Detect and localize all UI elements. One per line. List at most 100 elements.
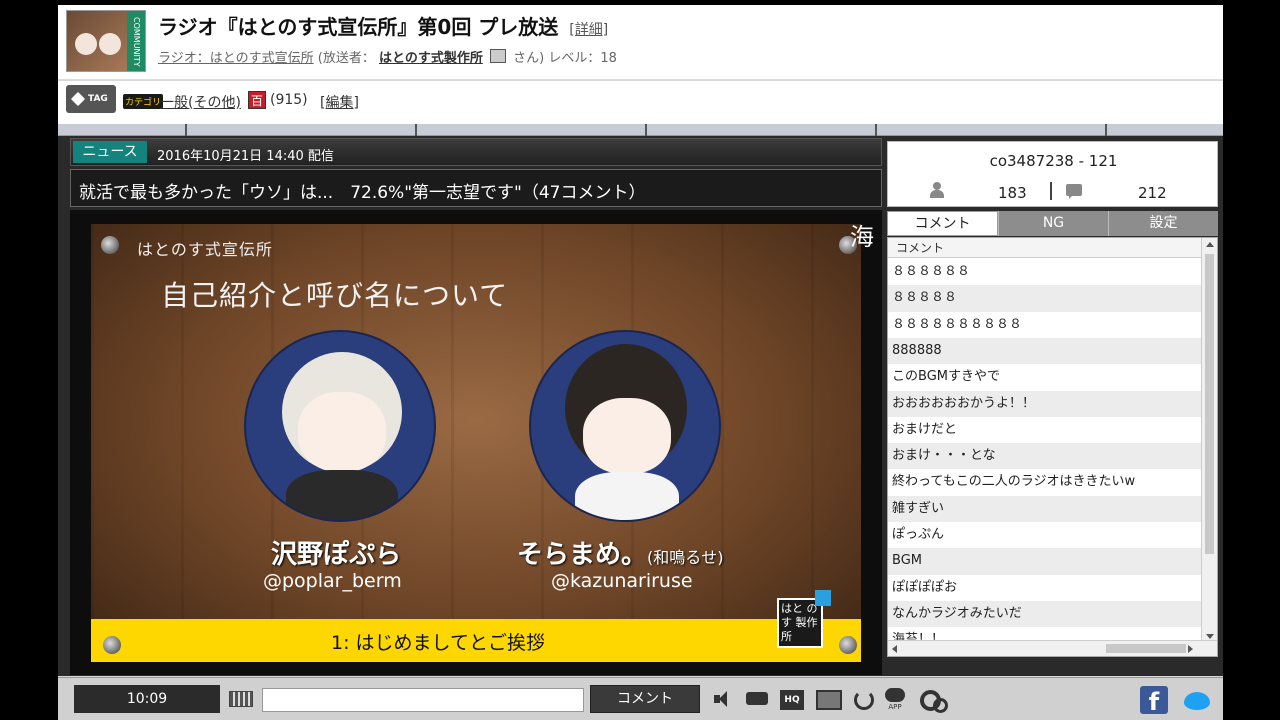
- thumbnail-face-left: [75, 33, 97, 55]
- host1-avatar: [244, 330, 436, 522]
- comment-column-header[interactable]: コメント: [888, 238, 1203, 258]
- thumbnail-face-right: [99, 33, 121, 55]
- community-label: COMMUNITY: [127, 11, 145, 71]
- comment-horizontal-scrollbar[interactable]: [888, 640, 1217, 656]
- host1-face: [298, 392, 386, 472]
- comment-row[interactable]: なんかラジオみたいだ: [888, 600, 1203, 628]
- user-image-icon[interactable]: [490, 49, 506, 63]
- host2-avatar: [529, 330, 721, 522]
- comment-row[interactable]: ぽっぷん: [888, 522, 1203, 548]
- comment-row[interactable]: おまけ・・・とな: [888, 443, 1203, 470]
- live-title: ラジオ『はとのす式宣伝所』第0回 プレ放送 [詳細]: [158, 11, 608, 40]
- screw-icon: [101, 236, 119, 254]
- broadcast-info: ラジオ：はとのす式宣伝所 (放送者： はとのす式製作所 さん) レベル：18: [158, 47, 617, 66]
- host2-name: そらまめ。(和鳴るせ): [517, 534, 724, 571]
- community-link[interactable]: ラジオ：はとのす式宣伝所: [158, 51, 314, 66]
- corner-title: 1: はじめましてとご挨拶: [331, 632, 545, 654]
- tab-ng[interactable]: NG: [998, 211, 1108, 236]
- tag-bar: TAG カテゴリ 一般(その他) 百 (915) [編集]: [58, 81, 1223, 124]
- tab-separator: [1105, 124, 1107, 136]
- panel-tabs: コメント NG 設定: [887, 211, 1218, 236]
- host2-name-text: そらまめ。: [517, 540, 648, 570]
- comment-input[interactable]: [262, 688, 584, 712]
- encyclopedia-count: (915): [270, 92, 308, 108]
- twitter-icon[interactable]: [1182, 686, 1212, 714]
- reload-icon[interactable]: [854, 690, 874, 710]
- tab-strip: [58, 124, 1223, 136]
- tab-settings[interactable]: 設定: [1108, 211, 1218, 236]
- comment-row[interactable]: おおおおおおかうよ！！: [888, 390, 1203, 417]
- tag-icon[interactable]: TAG: [66, 85, 116, 113]
- hq-icon[interactable]: HQ: [780, 690, 804, 710]
- comment-row[interactable]: ぽぽぽぽお: [888, 575, 1203, 601]
- host1-name: 沢野ぽぷら: [271, 540, 402, 570]
- category-tag-link[interactable]: 一般(その他): [160, 92, 241, 112]
- detail-link[interactable]: [詳細]: [569, 22, 608, 38]
- host2-reading: (和鳴るせ): [647, 548, 724, 567]
- comment-toggle-icon[interactable]: [746, 690, 770, 710]
- comment-row[interactable]: ８８８８８８: [888, 259, 1203, 285]
- scroll-down-icon[interactable]: [1206, 634, 1214, 639]
- program-name: はとのす式宣伝所: [137, 240, 273, 259]
- scroll-right-icon[interactable]: [1188, 645, 1193, 653]
- screen-size-icon[interactable]: [816, 690, 842, 710]
- comment-row[interactable]: 雑すぎい: [888, 495, 1203, 522]
- app-label: APP: [888, 703, 902, 711]
- volume-icon[interactable]: [714, 690, 730, 710]
- comment-row[interactable]: 888888: [888, 337, 1203, 365]
- broadcaster-level: さん) レベル：18: [513, 51, 617, 66]
- edit-tags-link[interactable]: [編集]: [320, 92, 359, 112]
- scroll-up-icon[interactable]: [1206, 242, 1214, 247]
- player-controls: 10:09 コメント HQ APP f: [58, 677, 1223, 720]
- elapsed-time: 10:09: [74, 685, 220, 713]
- comment-row[interactable]: このBGMすきやで: [888, 364, 1203, 390]
- screw-icon: [839, 636, 857, 654]
- tab-separator: [415, 124, 417, 136]
- community-id: co3487238 - 121: [989, 152, 1118, 170]
- comment-count: 212: [1138, 184, 1167, 202]
- tab-separator: [645, 124, 647, 136]
- tab-comments[interactable]: コメント: [887, 211, 998, 236]
- studio-logo-text: はと の す 製作所: [781, 602, 818, 643]
- studio-logo: はと の す 製作所: [777, 590, 831, 648]
- hyaku-icon[interactable]: 百: [248, 91, 266, 109]
- main-area: COMMUNITY ラジオ『はとのす式宣伝所』第0回 プレ放送 [詳細] ラジオ…: [58, 5, 1223, 720]
- scroll-thumb[interactable]: [1106, 644, 1186, 653]
- news-headline[interactable]: 就活で最も多かった「ウソ」は... 72.6%"第一志望です"（47コメント）: [79, 178, 646, 203]
- viewer-count: 183: [998, 184, 1027, 202]
- news-label[interactable]: ニュース: [73, 141, 147, 163]
- thumbnail-art: [67, 11, 129, 71]
- host2-body: [575, 472, 679, 520]
- host2-handle: @kazunariruse: [551, 570, 693, 592]
- screw-icon: [103, 636, 121, 654]
- scroll-thumb[interactable]: [1205, 254, 1214, 554]
- broadcaster-link[interactable]: はとのす式製作所: [379, 51, 483, 66]
- comment-row[interactable]: ８８８８８: [888, 285, 1203, 312]
- community-thumbnail[interactable]: COMMUNITY: [66, 10, 146, 72]
- community-info: co3487238 - 121 183 212: [887, 141, 1218, 207]
- keyboard-icon[interactable]: [229, 691, 253, 707]
- comment-count-icon: [1066, 184, 1082, 199]
- settings-gear-icon[interactable]: [920, 690, 948, 713]
- host1-handle: @poplar_berm: [263, 570, 402, 592]
- comment-list[interactable]: コメント ８８８８８８ ８８８８８ ８８８８８８８８８８ 888888 このBG…: [887, 237, 1218, 657]
- comment-row[interactable]: BGM: [888, 548, 1203, 575]
- comment-row[interactable]: 終わってもこの二人のラジオはききたいw: [888, 469, 1203, 495]
- tab-separator: [875, 124, 877, 136]
- gamepad-app-icon[interactable]: APP: [884, 688, 906, 711]
- scrolling-comment: 海: [850, 223, 874, 251]
- facebook-icon[interactable]: f: [1140, 686, 1168, 716]
- host1-body: [286, 470, 398, 520]
- comment-row[interactable]: おまけだと: [888, 417, 1203, 443]
- slide-title: 自己紹介と呼び名について: [161, 279, 509, 312]
- news-date: 2016年10月21日 14:40 配信: [157, 149, 334, 164]
- logo-square: [815, 590, 831, 606]
- scroll-left-icon[interactable]: [892, 645, 897, 653]
- video-slide: はとのす式宣伝所 自己紹介と呼び名について 沢野ぽぷら @poplar_berm…: [91, 224, 861, 662]
- comment-vertical-scrollbar[interactable]: [1201, 238, 1217, 643]
- category-badge: カテゴリ: [123, 94, 164, 109]
- comment-row[interactable]: ８８８８８８８８８８: [888, 312, 1203, 338]
- news-headline-box[interactable]: 就活で最も多かった「ウソ」は... 72.6%"第一志望です"（47コメント）: [70, 169, 882, 207]
- comment-submit-button[interactable]: コメント: [590, 685, 700, 713]
- news-bar: ニュース 2016年10月21日 14:40 配信: [70, 138, 882, 166]
